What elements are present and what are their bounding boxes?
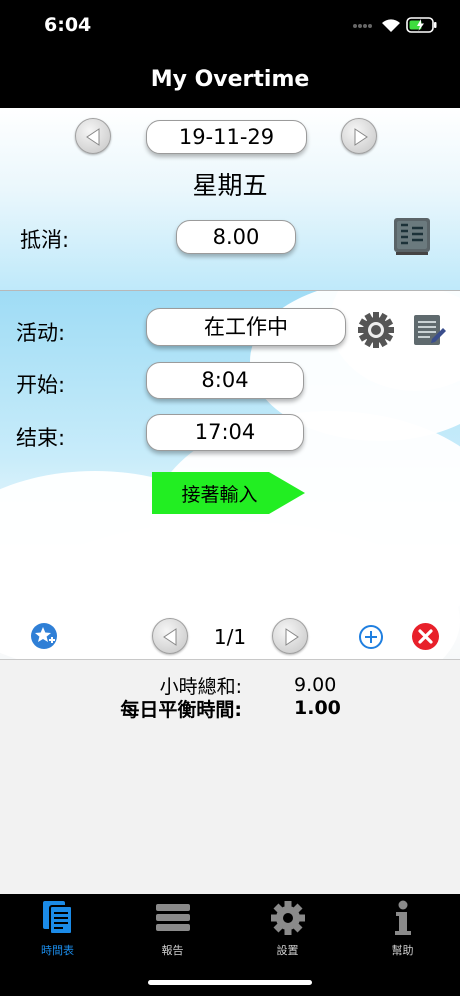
weekday-label: 星期五 [192,171,268,200]
note-edit-icon [414,315,446,345]
entry-panel: 活动: 在工作中 开始: 8:04 结束: 17:04 接著輸入 1/1 [0,291,460,659]
star-add-icon [31,623,57,649]
date-panel: 19-11-29 星期五 抵消: 8.00 [0,108,460,291]
tab-report[interactable]: 報告 [115,900,230,958]
triangle-right-icon [285,628,299,646]
daily-balance-label: 每日平衡時間: [120,699,242,721]
entry-pager-text: 1/1 [213,625,247,649]
tab-report-label: 報告 [161,944,184,957]
activity-settings-button[interactable] [357,311,395,349]
continue-entry-label: 接著輸入 [181,484,258,506]
add-entry-button[interactable] [358,624,384,650]
cellular-signal-icon [353,24,372,28]
calculator-icon [394,218,430,255]
triangle-right-icon [354,128,368,146]
date-field[interactable]: 19-11-29 [146,120,307,154]
previous-day-button[interactable] [75,118,111,154]
navigation-bar: My Overtime [0,52,460,108]
close-circle-icon [412,623,439,650]
end-label: 结束: [16,426,66,450]
info-icon [394,900,411,935]
total-hours-value: 9.00 [294,674,337,696]
gear-icon [358,312,394,348]
offset-label: 抵消: [20,228,70,252]
next-day-button[interactable] [341,118,377,154]
tab-settings[interactable]: 設置 [230,900,345,958]
calculator-button[interactable] [392,216,432,256]
wifi-icon [382,19,400,32]
tab-timesheet[interactable]: 時間表 [0,900,115,958]
report-icon [155,904,190,931]
plus-circle-icon [359,625,383,649]
end-time-field[interactable]: 17:04 [146,414,304,451]
home-indicator[interactable] [148,980,312,985]
tab-settings-label: 設置 [276,944,299,957]
battery-charging-icon [406,17,437,33]
notes-button[interactable] [412,313,446,347]
daily-balance-value: 1.00 [294,697,341,719]
triangle-left-icon [163,628,177,646]
previous-entry-button[interactable] [152,618,188,654]
favorite-button[interactable] [30,622,58,650]
triangle-left-icon [86,128,100,146]
start-label: 开始: [16,373,66,397]
tab-timesheet-label: 時間表 [41,944,74,957]
delete-entry-button[interactable] [411,622,440,651]
activity-field[interactable]: 在工作中 [146,308,346,346]
tab-help-label: 幫助 [391,944,414,957]
next-entry-button[interactable] [272,618,308,654]
summary-panel: 小時總和: 9.00 每日平衡時間: 1.00 [0,659,460,894]
offset-field[interactable]: 8.00 [176,220,296,254]
status-time: 6:04 [44,14,92,36]
app-title: My Overtime [150,67,310,92]
settings-gear-icon [270,901,305,935]
continue-entry-button[interactable]: 接著輸入 [152,472,305,514]
activity-label: 活动: [16,321,66,345]
status-bar: 6:04 [0,0,460,52]
tab-help[interactable]: 幫助 [345,900,460,958]
start-time-field[interactable]: 8:04 [146,362,304,399]
timesheet-icon [42,901,73,935]
